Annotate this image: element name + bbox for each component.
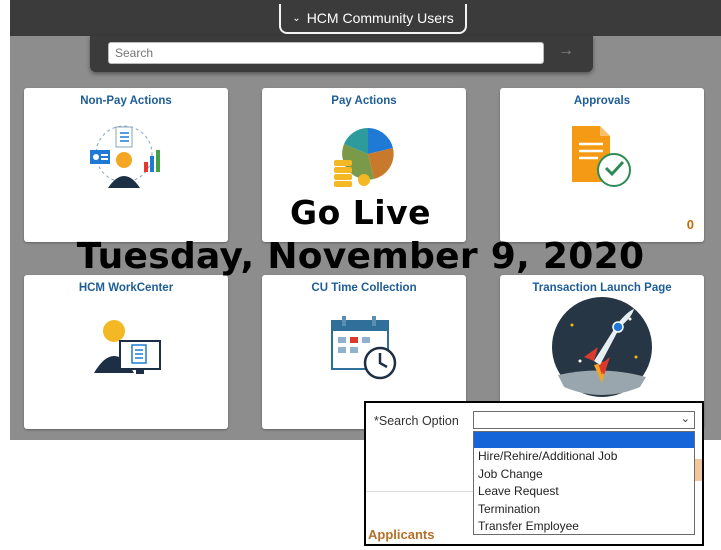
homepage-title: HCM Community Users bbox=[306, 10, 454, 26]
applicants-section-title: Applicants bbox=[368, 527, 435, 542]
dropdown-option[interactable]: Leave Request bbox=[474, 483, 694, 501]
tile-title: Non-Pay Actions bbox=[80, 95, 172, 107]
pie-chart-coins-icon bbox=[334, 128, 394, 187]
dropdown-option[interactable]: Transfer Employee bbox=[474, 518, 694, 536]
search-input[interactable] bbox=[108, 42, 544, 64]
go-live-date: Tuesday, November 9, 2020 bbox=[76, 236, 645, 277]
dropdown-option[interactable]: Hire/Rehire/Additional Job bbox=[474, 448, 694, 466]
person-documents-icon bbox=[90, 125, 160, 188]
tile-title: HCM WorkCenter bbox=[78, 282, 174, 294]
search-option-select[interactable]: ⌄ bbox=[473, 411, 695, 429]
search-option-dropdown[interactable]: Hire/Rehire/Additional Job Job Change Le… bbox=[473, 431, 695, 535]
tile-hcm-workcenter[interactable]: HCM WorkCenter bbox=[24, 275, 228, 429]
arrow-right-icon[interactable]: → bbox=[558, 42, 574, 60]
search-option-popup: *Search Option ⌄ Hire/Rehire/Additional … bbox=[364, 401, 704, 546]
calendar-clock-icon bbox=[331, 316, 397, 380]
document-check-icon bbox=[572, 126, 631, 187]
tile-title: CU Time Collection bbox=[311, 282, 417, 294]
person-monitor-icon bbox=[94, 320, 161, 374]
go-live-headline: Go Live bbox=[290, 193, 431, 232]
rocket-icon bbox=[552, 297, 652, 397]
dropdown-option[interactable] bbox=[474, 432, 694, 448]
homepage-selector-button[interactable]: ⌄ HCM Community Users bbox=[279, 4, 467, 34]
tile-title: Approvals bbox=[573, 95, 631, 107]
chevron-down-icon: ⌄ bbox=[680, 413, 690, 425]
search-option-label: *Search Option bbox=[374, 414, 459, 428]
divider bbox=[366, 491, 473, 492]
chevron-down-icon: ⌄ bbox=[292, 12, 301, 24]
header-bar: ⌄ HCM Community Users bbox=[10, 0, 721, 36]
tile-title: Pay Actions bbox=[331, 95, 397, 107]
dropdown-option[interactable]: Job Change bbox=[474, 466, 694, 484]
tile-title: Transaction Launch Page bbox=[532, 282, 672, 294]
dropdown-option[interactable]: Termination bbox=[474, 501, 694, 519]
search-bar: → bbox=[90, 36, 593, 72]
